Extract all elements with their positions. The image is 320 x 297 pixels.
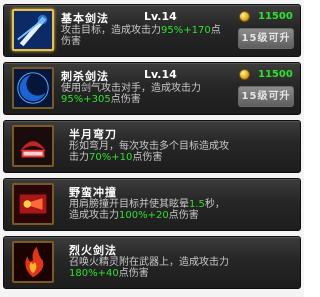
desc-value: 1.5 bbox=[189, 199, 205, 210]
desc-text: 使用剑气攻击对手，造成攻击力 bbox=[61, 83, 201, 94]
skill-name: 野蛮冲撞 bbox=[69, 186, 117, 199]
desc-text: 点伤害 bbox=[118, 268, 149, 279]
sword-slash-icon[interactable] bbox=[12, 9, 54, 51]
skill-description: 使用剑气攻击对手，造成攻击力95%+305点伤害 bbox=[61, 83, 223, 105]
skill-row-half-moon[interactable]: 半月弯刀 形如弯月，每次攻击多个目标造成攻击力70%+10点伤害 bbox=[3, 120, 301, 173]
skill-description: 用肩膀撞开目标并使其眩晕1.5秒，造成攻击力100%+20点伤害 bbox=[69, 199, 229, 221]
skill-description: 形如弯月，每次攻击多个目标造成攻击力70%+10点伤害 bbox=[69, 141, 229, 163]
desc-text: 用肩膀撞开目标并使其眩晕 bbox=[69, 199, 189, 210]
barbaric-charge-icon[interactable] bbox=[12, 183, 54, 225]
skill-name: 半月弯刀 bbox=[69, 128, 117, 141]
skill-row-barbaric-charge[interactable]: 野蛮冲撞 用肩膀撞开目标并使其眩晕1.5秒，造成攻击力100%+20点伤害 bbox=[3, 178, 301, 231]
skill-description: 攻击目标，造成攻击力95%+170点伤害 bbox=[61, 25, 223, 47]
skill-name: 烈火剑法 bbox=[69, 244, 117, 257]
desc-value: 95%+170 bbox=[161, 25, 211, 36]
skill-row-assassin-sword[interactable]: 刺杀剑法 Lv.14 使用剑气攻击对手，造成攻击力95%+305点伤害 1150… bbox=[3, 62, 301, 115]
skill-level: Lv.14 bbox=[144, 68, 177, 81]
desc-value: 100%+20 bbox=[119, 210, 169, 221]
skill-panel: 基本剑法 Lv.14 攻击目标，造成攻击力95%+170点伤害 11500 15… bbox=[0, 0, 304, 297]
blue-crescent-icon[interactable] bbox=[12, 67, 54, 109]
desc-text: 攻击目标，造成攻击力 bbox=[61, 25, 161, 36]
skill-name: 刺杀剑法 bbox=[61, 70, 109, 83]
desc-text: 点伤害 bbox=[132, 152, 163, 163]
upgrade-button[interactable]: 15级可升 bbox=[238, 28, 294, 49]
skill-row-fire-sword[interactable]: 烈火剑法 召唤火精灵附在武器上，造成攻击力180%+40点伤害 bbox=[3, 236, 301, 289]
gold-coin-icon bbox=[239, 11, 250, 22]
skill-level: Lv.14 bbox=[144, 10, 177, 23]
desc-value: 95%+305 bbox=[61, 94, 111, 105]
skill-row-basic-sword[interactable]: 基本剑法 Lv.14 攻击目标，造成攻击力95%+170点伤害 11500 15… bbox=[3, 4, 301, 57]
upgrade-cost: 11500 bbox=[258, 69, 293, 80]
half-moon-blade-icon[interactable] bbox=[12, 125, 54, 167]
desc-value: 70%+10 bbox=[89, 152, 133, 163]
skill-description: 召唤火精灵附在武器上，造成攻击力180%+40点伤害 bbox=[69, 257, 229, 279]
desc-text: 点伤害 bbox=[168, 210, 199, 221]
upgrade-cost: 11500 bbox=[258, 11, 293, 22]
skill-name: 基本剑法 bbox=[61, 12, 109, 25]
desc-value: 180%+40 bbox=[69, 268, 119, 279]
gold-coin-icon bbox=[239, 69, 250, 80]
upgrade-button[interactable]: 15级可升 bbox=[238, 86, 294, 107]
desc-text: 召唤火精灵附在武器上，造成攻击力 bbox=[69, 257, 229, 268]
fire-sword-icon[interactable] bbox=[12, 241, 54, 283]
desc-text: 点伤害 bbox=[110, 94, 141, 105]
